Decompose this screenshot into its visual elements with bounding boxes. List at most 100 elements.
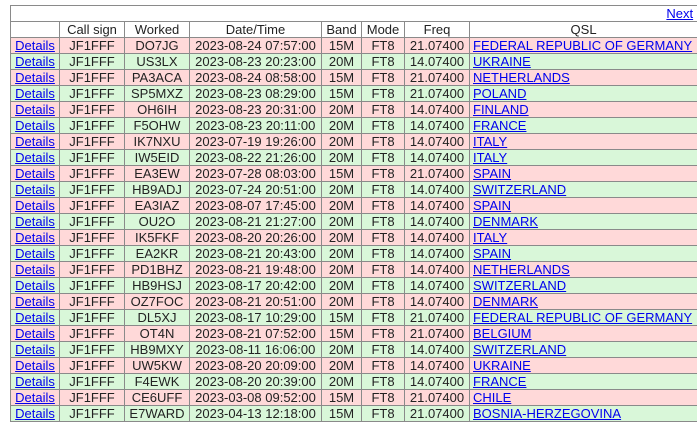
call-sign-cell: JF1FFF [59, 341, 125, 358]
qsl-country-link[interactable]: FRANCE [473, 375, 526, 389]
freq-cell: 14.07400 [404, 229, 470, 246]
next-page-link[interactable]: Next [666, 7, 696, 21]
worked-cell: IK7NXU [124, 133, 190, 150]
details-link[interactable]: Details [15, 407, 55, 421]
qsl-country-link[interactable]: FEDERAL REPUBLIC OF GERMANY [473, 39, 692, 53]
table-row: Details JF1FFF F4EWK 2023-08-20 20:39:00 20M… [10, 373, 697, 390]
qsl-country-link[interactable]: UKRAINE [473, 55, 531, 69]
column-header-action [10, 21, 60, 38]
qsl-country-link[interactable]: SWITZERLAND [473, 279, 566, 293]
freq-cell: 21.07400 [404, 69, 470, 86]
qsl-country-link[interactable]: ITALY [473, 135, 507, 149]
qso-log-table: Next Call sign Worked Date/Time Band Mod… [9, 5, 697, 422]
qsl-cell: DENMARK [468, 213, 697, 230]
call-sign-cell: JF1FFF [59, 213, 125, 230]
qsl-country-link[interactable]: FEDERAL REPUBLIC OF GERMANY [473, 311, 692, 325]
details-link[interactable]: Details [15, 359, 55, 373]
qsl-country-link[interactable]: ITALY [473, 151, 507, 165]
qsl-country-link[interactable]: SWITZERLAND [473, 343, 566, 357]
qsl-cell: FEDERAL REPUBLIC OF GERMANY [468, 309, 697, 326]
qsl-country-link[interactable]: DENMARK [473, 215, 538, 229]
column-header-band: Band [321, 21, 362, 38]
qsl-country-link[interactable]: NETHERLANDS [473, 71, 570, 85]
call-sign-cell: JF1FFF [59, 117, 125, 134]
details-link[interactable]: Details [15, 327, 55, 341]
qsl-country-link[interactable]: ITALY [473, 231, 507, 245]
datetime-cell: 2023-07-19 19:26:00 [189, 133, 322, 150]
qsl-country-link[interactable]: UKRAINE [473, 359, 531, 373]
worked-cell: F5OHW [124, 117, 190, 134]
mode-cell: FT8 [361, 261, 405, 278]
qsl-cell: SPAIN [468, 165, 697, 182]
worked-cell: F4EWK [124, 373, 190, 390]
details-link[interactable]: Details [15, 87, 55, 101]
qsl-country-link[interactable]: BOSNIA-HERZEGOVINA [473, 407, 621, 421]
qsl-country-link[interactable]: BELGIUM [473, 327, 532, 341]
qsl-country-link[interactable]: POLAND [473, 87, 526, 101]
details-link[interactable]: Details [15, 71, 55, 85]
worked-cell: OH6IH [124, 101, 190, 118]
qsl-country-link[interactable]: SWITZERLAND [473, 183, 566, 197]
table-row: Details JF1FFF PA3ACA 2023-08-24 08:58:00 15… [10, 69, 697, 86]
worked-cell: IK5FKF [124, 229, 190, 246]
call-sign-cell: JF1FFF [59, 405, 125, 422]
table-row: Details JF1FFF OZ7FOC 2023-08-21 20:51:00 20… [10, 293, 697, 310]
datetime-cell: 2023-08-11 16:06:00 [189, 341, 322, 358]
qsl-country-link[interactable]: CHILE [473, 391, 511, 405]
qsl-country-link[interactable]: SPAIN [473, 167, 511, 181]
pagination-cell: Next [9, 5, 697, 22]
details-link[interactable]: Details [15, 391, 55, 405]
call-sign-cell: JF1FFF [59, 37, 125, 54]
details-link[interactable]: Details [15, 263, 55, 277]
details-link[interactable]: Details [15, 55, 55, 69]
details-link[interactable]: Details [15, 199, 55, 213]
call-sign-cell: JF1FFF [59, 53, 125, 70]
details-link[interactable]: Details [15, 167, 55, 181]
mode-cell: FT8 [361, 357, 405, 374]
worked-cell: OU2O [124, 213, 190, 230]
freq-cell: 14.07400 [404, 277, 470, 294]
details-link[interactable]: Details [15, 343, 55, 357]
details-link[interactable]: Details [15, 311, 55, 325]
qsl-cell: SWITZERLAND [468, 181, 697, 198]
worked-cell: E7WARD [124, 405, 190, 422]
qsl-country-link[interactable]: DENMARK [473, 295, 538, 309]
mode-cell: FT8 [361, 373, 405, 390]
band-cell: 20M [321, 117, 362, 134]
band-cell: 15M [321, 85, 362, 102]
datetime-cell: 2023-08-20 20:26:00 [189, 229, 322, 246]
call-sign-cell: JF1FFF [59, 325, 125, 342]
details-link[interactable]: Details [15, 231, 55, 245]
mode-cell: FT8 [361, 213, 405, 230]
details-link[interactable]: Details [15, 215, 55, 229]
datetime-cell: 2023-08-21 20:51:00 [189, 293, 322, 310]
datetime-cell: 2023-08-24 08:58:00 [189, 69, 322, 86]
qsl-country-link[interactable]: SPAIN [473, 247, 511, 261]
call-sign-cell: JF1FFF [59, 293, 125, 310]
qsl-country-link[interactable]: FINLAND [473, 103, 529, 117]
details-cell: Details [10, 373, 60, 390]
qsl-country-link[interactable]: FRANCE [473, 119, 526, 133]
details-link[interactable]: Details [15, 135, 55, 149]
qsl-country-link[interactable]: NETHERLANDS [473, 263, 570, 277]
freq-cell: 21.07400 [404, 325, 470, 342]
call-sign-cell: JF1FFF [59, 197, 125, 214]
table-row: Details JF1FFF EA3EW 2023-07-28 08:03:00 15M… [10, 165, 697, 182]
mode-cell: FT8 [361, 149, 405, 166]
details-link[interactable]: Details [15, 119, 55, 133]
details-link[interactable]: Details [15, 183, 55, 197]
table-row: Details JF1FFF US3LX 2023-08-23 20:23:00 20M… [10, 53, 697, 70]
details-link[interactable]: Details [15, 151, 55, 165]
details-link[interactable]: Details [15, 375, 55, 389]
details-link[interactable]: Details [15, 39, 55, 53]
details-link[interactable]: Details [15, 279, 55, 293]
details-link[interactable]: Details [15, 295, 55, 309]
datetime-cell: 2023-08-21 20:43:00 [189, 245, 322, 262]
freq-cell: 14.07400 [404, 357, 470, 374]
qsl-country-link[interactable]: SPAIN [473, 199, 511, 213]
freq-cell: 14.07400 [404, 261, 470, 278]
details-link[interactable]: Details [15, 247, 55, 261]
worked-cell: EA2KR [124, 245, 190, 262]
details-link[interactable]: Details [15, 103, 55, 117]
datetime-cell: 2023-08-07 17:45:00 [189, 197, 322, 214]
